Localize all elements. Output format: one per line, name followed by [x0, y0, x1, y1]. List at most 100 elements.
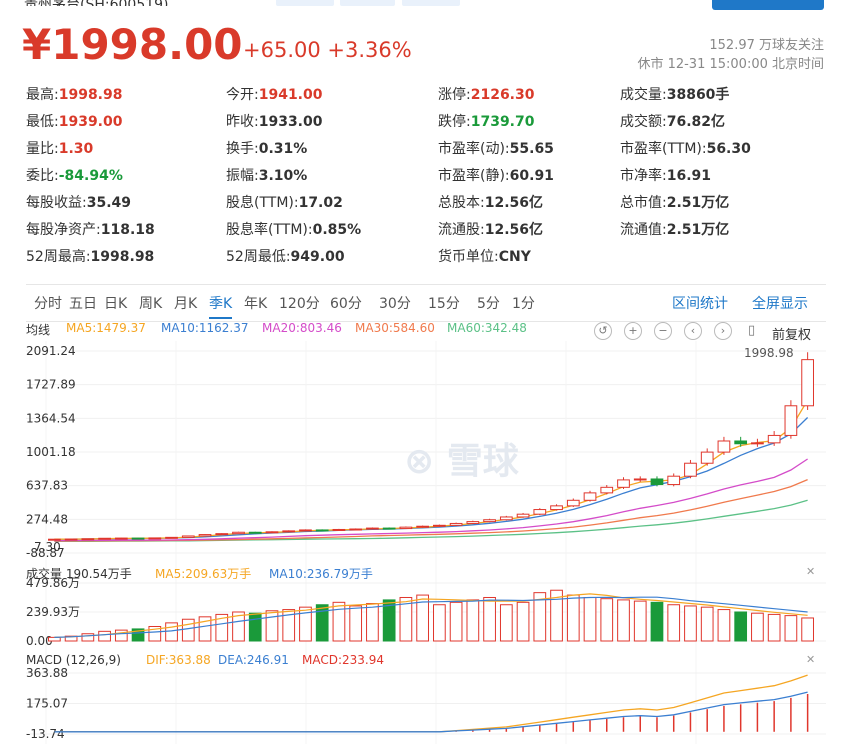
stat-value: -84.94% [58, 168, 123, 184]
market-status: 休市 12-31 15:00:00 北京时间 [637, 57, 824, 72]
tab-周K[interactable]: 周K [139, 293, 162, 313]
tab-日K[interactable]: 日K [104, 293, 127, 313]
candle-body [399, 526, 413, 530]
stat-cell: 股息(TTM):17.02 [226, 192, 343, 212]
tab-15分[interactable]: 15分 [428, 293, 460, 313]
volume-bar [165, 622, 178, 642]
candle-body [717, 440, 731, 453]
candle-body [499, 516, 513, 521]
vol-ma5-legend: MA5:209.63万手 [155, 567, 252, 581]
volume-bar [566, 594, 580, 642]
adjust-icon[interactable]: ▯ [748, 323, 755, 338]
stat-cell: 总股本:12.56亿 [438, 192, 543, 212]
stat-value: 56.30 [706, 141, 751, 157]
watermark: ⊗ 雪球 [404, 441, 520, 482]
ma5-legend: MA5:1479.37 [66, 321, 146, 335]
stat-cell: 成交量:38860手 [620, 84, 729, 104]
stat-label: 市盈率(动): [438, 141, 510, 157]
dif-legend: DIF:363.88 [146, 653, 211, 667]
stat-label: 振幅: [226, 168, 259, 184]
close-icon[interactable]: ✕ [806, 565, 815, 578]
stat-value: 1.30 [58, 141, 94, 157]
macd-value-legend: MACD:233.94 [302, 653, 385, 667]
stat-label: 货币单位: [438, 249, 499, 265]
zoom-out-icon[interactable]: − [654, 322, 672, 340]
volume-bar [483, 596, 496, 642]
stat-value: 0.31% [258, 141, 308, 157]
fullscreen-link[interactable]: 全屏显示 [752, 293, 808, 313]
volume-bar [667, 604, 681, 642]
volume-bar [466, 599, 480, 642]
volume-bar [81, 633, 95, 642]
candle-body [148, 537, 162, 540]
tab-年K[interactable]: 年K [244, 293, 267, 313]
candle-body [784, 405, 798, 436]
tab-1分[interactable]: 1分 [512, 293, 535, 313]
range-stats-link[interactable]: 区间统计 [672, 293, 728, 313]
candle-body [248, 531, 262, 534]
macd-tick-label: 363.88 [26, 666, 68, 680]
tab-季K[interactable]: 季K [209, 293, 233, 319]
zoom-in-icon[interactable]: + [624, 322, 642, 340]
price-tick-label: 2091.24 [26, 344, 76, 358]
stat-label: 总市值: [620, 195, 667, 211]
price-tick-label: 637.83 [26, 479, 68, 493]
candle-body [550, 505, 563, 511]
tab-五日[interactable]: 五日 [69, 293, 97, 313]
stat-label: 每股收益: [26, 195, 87, 211]
tab-60分[interactable]: 60分 [330, 293, 362, 313]
dea-legend: DEA:246.91 [218, 653, 289, 667]
stat-value: 12.56亿 [484, 195, 544, 211]
stat-cell: 货币单位:CNY [438, 246, 531, 266]
candle-body [215, 533, 229, 536]
candle-body [265, 531, 279, 534]
reset-icon[interactable]: ↺ [594, 322, 612, 340]
candle-body [48, 538, 61, 541]
chevron-left-icon[interactable]: ‹ [684, 322, 702, 340]
vol-ma10-legend: MA10:236.79万手 [269, 567, 373, 581]
title-tag[interactable] [276, 0, 334, 6]
volume-bar [98, 630, 111, 642]
stats-row: 最高:1998.98 今开:1941.00 涨停:2126.30 成交量:38860手 [26, 84, 826, 106]
follow-button[interactable] [712, 0, 824, 10]
stat-label: 每股净资产: [26, 222, 101, 238]
volume-bar [700, 606, 714, 642]
stats-row: 52周最高:1998.98 52周最低:949.00 货币单位:CNY [26, 246, 826, 268]
chevron-right-icon[interactable]: › [714, 322, 732, 340]
period-tabs: 分时 五日 日K 周K 月K 季K 年K 120分 60分 30分 15分 5分 1分 区间统计 全屏显示 [26, 284, 826, 322]
tab-分时[interactable]: 分时 [34, 293, 62, 313]
stat-value: 38860手 [666, 87, 730, 103]
price-tick-label: 1727.89 [26, 378, 76, 392]
stat-label: 股息(TTM): [226, 195, 299, 211]
tab-5分[interactable]: 5分 [477, 293, 500, 313]
stat-cell: 涨停:2126.30 [438, 84, 534, 104]
title-tag[interactable] [402, 0, 460, 6]
tab-月K[interactable]: 月K [174, 293, 197, 313]
candle-body [449, 522, 463, 526]
candle-body [382, 527, 396, 530]
stat-cell: 委比:-84.94% [26, 165, 123, 185]
stat-value: 55.65 [509, 141, 554, 157]
candle-body [466, 521, 480, 524]
stat-cell: 市净率:16.91 [620, 165, 711, 185]
stat-cell: 换手:0.31% [226, 138, 307, 158]
stat-cell: 股息率(TTM):0.85% [226, 219, 361, 239]
macd-tick-label: -13.74 [26, 727, 65, 741]
candle-body [650, 478, 664, 486]
tab-30分[interactable]: 30分 [379, 293, 411, 313]
stat-value: 1998.98 [90, 249, 155, 265]
stats-row: 最低:1939.00 昨收:1933.00 跌停:1739.70 成交额:76.82亿 [26, 111, 826, 133]
title-tag[interactable] [340, 0, 395, 6]
stat-label: 昨收: [226, 114, 259, 130]
stat-value: 35.49 [86, 195, 132, 211]
stat-value: 1939.00 [58, 114, 123, 130]
tab-120分[interactable]: 120分 [279, 293, 320, 313]
stat-label: 市盈率(TTM): [620, 141, 707, 157]
stat-value: 0.85% [312, 222, 362, 238]
stat-label: 量比: [26, 141, 59, 157]
adjust-label[interactable]: 前复权 [772, 324, 811, 343]
top-strip: 贵州茅台(SH:600519) [0, 0, 864, 12]
stat-label: 委比: [26, 168, 59, 184]
candle-body [617, 479, 630, 488]
close-icon[interactable]: ✕ [806, 653, 815, 666]
